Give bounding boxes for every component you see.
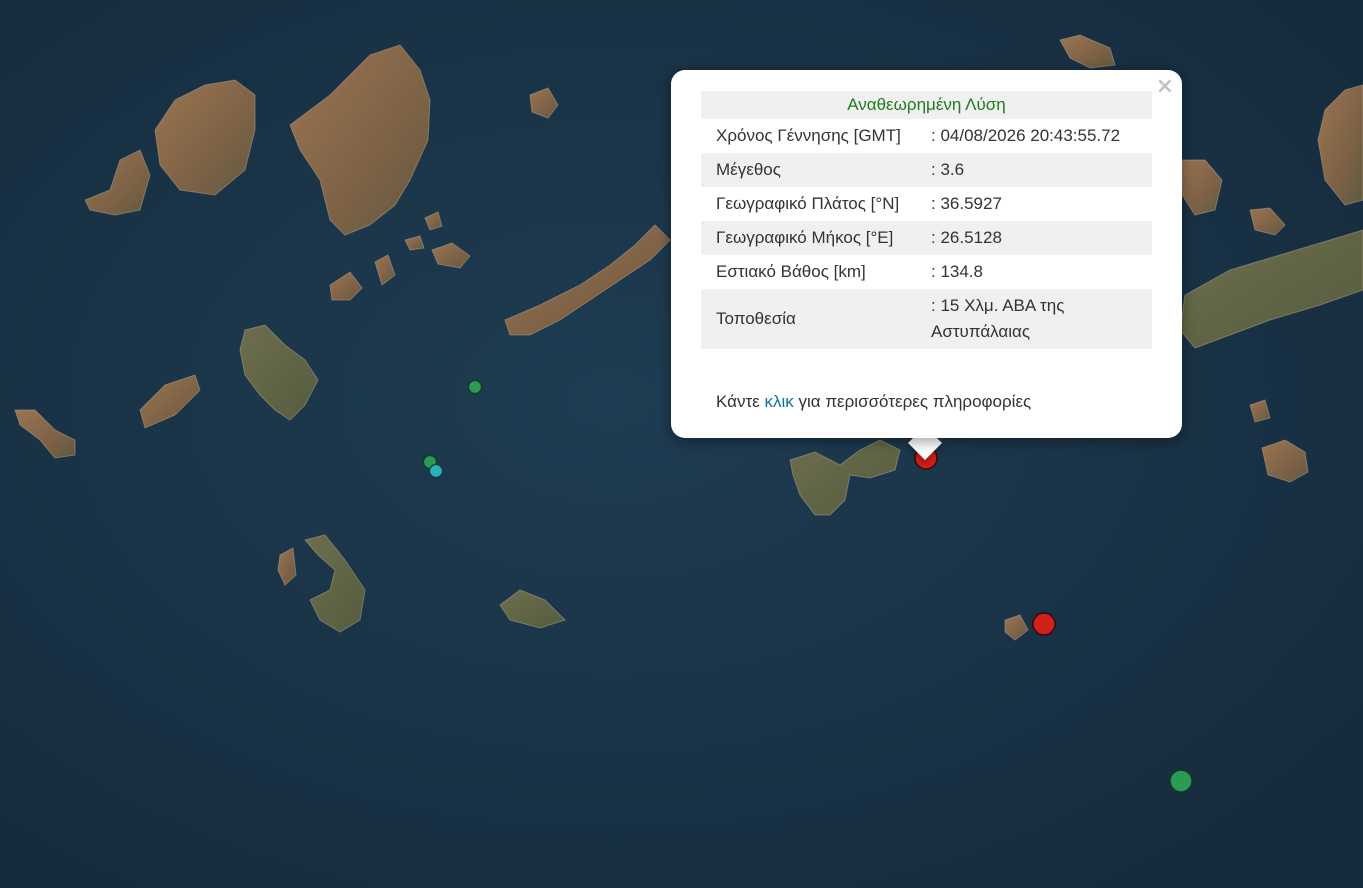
table-row: Γεωγραφικό Πλάτος [°N] : 36.5927: [701, 187, 1152, 221]
row-value-depth: : 134.8: [931, 262, 983, 281]
row-value-location: : 15 Χλμ. ΑΒΑ της Αστυπάλαιας: [931, 289, 1152, 349]
more-info-line: Κάντε κλικ για περισσότερες πληροφορίες: [716, 392, 1031, 412]
popup-title: Αναθεωρημένη Λύση: [701, 91, 1152, 119]
more-info-link[interactable]: κλικ: [764, 392, 793, 411]
row-label-longitude: Γεωγραφικό Μήκος [°E]: [701, 221, 931, 255]
more-info-suffix: για περισσότερες πληροφορίες: [793, 392, 1032, 411]
marker-event-2[interactable]: [1032, 612, 1056, 636]
row-label-latitude: Γεωγραφικό Πλάτος [°N]: [716, 194, 900, 213]
row-value-longitude: : 26.5128: [931, 221, 1152, 255]
event-info-table: Αναθεωρημένη Λύση Χρόνος Γέννησης [GMT] …: [701, 91, 1152, 349]
row-value-latitude: : 36.5927: [931, 194, 1002, 213]
table-row: Χρόνος Γέννησης [GMT] : 04/08/2026 20:43…: [701, 119, 1152, 153]
row-value-origin-time: : 04/08/2026 20:43:55.72: [931, 126, 1121, 145]
marker-event-4[interactable]: [467, 379, 483, 395]
row-label-magnitude: Μέγεθος: [701, 153, 931, 187]
table-row: Εστιακό Βάθος [km] : 134.8: [701, 255, 1152, 289]
row-value-magnitude: : 3.6: [931, 153, 1152, 187]
row-label-location: Τοποθεσία: [701, 289, 931, 349]
row-label-depth: Εστιακό Βάθος [km]: [716, 262, 866, 281]
close-icon[interactable]: ×: [1156, 76, 1174, 98]
table-row: Τοποθεσία : 15 Χλμ. ΑΒΑ της Αστυπάλαιας: [701, 289, 1152, 349]
row-label-origin-time: Χρόνος Γέννησης [GMT]: [716, 126, 901, 145]
marker-event-3[interactable]: [1169, 769, 1193, 793]
more-info-prefix: Κάντε: [716, 392, 765, 411]
marker-event-6[interactable]: [428, 463, 444, 479]
event-popup: × Αναθεωρημένη Λύση Χρόνος Γέννησης [GMT…: [671, 70, 1182, 438]
table-row: Γεωγραφικό Μήκος [°E] : 26.5128: [701, 221, 1152, 255]
table-row: Μέγεθος : 3.6: [701, 153, 1152, 187]
